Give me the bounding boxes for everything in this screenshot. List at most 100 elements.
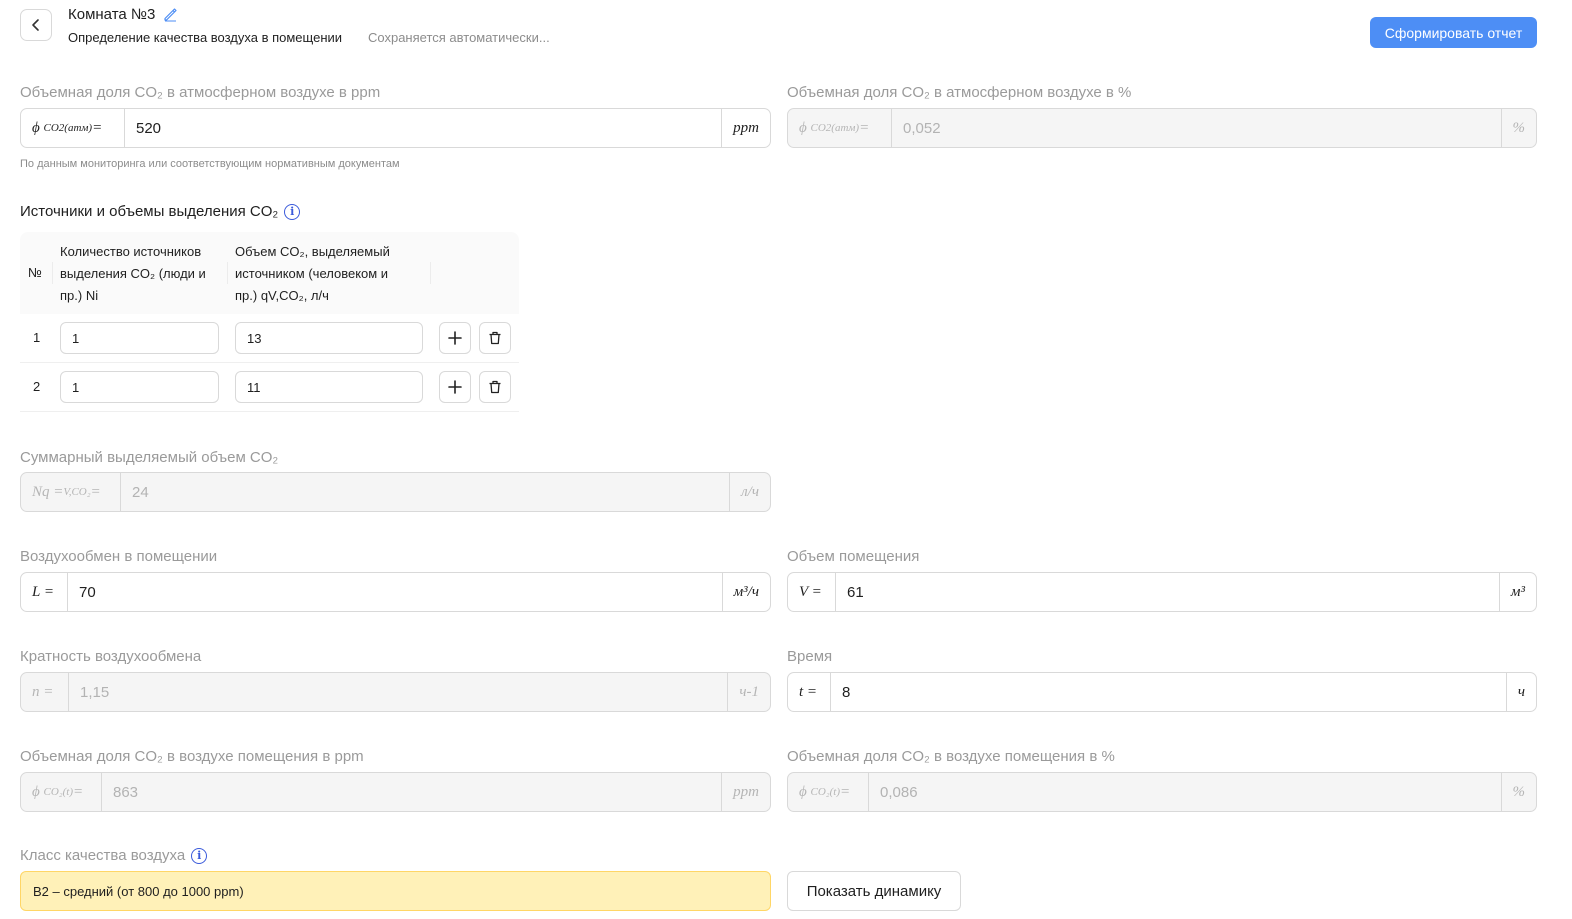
prefix-subscript: V,CO₂ <box>63 486 91 498</box>
exchange-rate-value: 1,15 <box>80 683 110 701</box>
co2-atm-ppm-input[interactable]: 520 <box>125 109 721 147</box>
equals-sign: = <box>840 783 851 800</box>
room-title-text: Комната №3 <box>68 6 156 23</box>
air-exchange-prefix: L = <box>21 573 68 611</box>
source-volume-input[interactable]: 11 <box>235 371 423 403</box>
plus-icon <box>448 380 462 394</box>
air-exchange-label: Воздухообмен в помещении <box>20 548 218 565</box>
source-volume-input[interactable]: 13 <box>235 322 423 354</box>
room-volume-input[interactable]: 61 <box>836 573 1499 611</box>
co2-room-pct-prefix: ϕ CO₂(t) = <box>788 773 869 811</box>
column-divider <box>227 262 228 284</box>
time-input[interactable]: 8 <box>831 673 1506 711</box>
co2-room-ppm-prefix: ϕ CO₂(t) = <box>21 773 102 811</box>
co2-atm-ppm-label: Объемная доля CO₂ в атмосферном воздухе … <box>20 84 381 101</box>
column-header-volume-line: пр.) qV,CO₂, л/ч <box>235 288 329 303</box>
column-header-count-line: выделения CO₂ (люди и <box>60 266 206 281</box>
source-count-input[interactable]: 1 <box>60 371 219 403</box>
exchange-rate-label: Кратность воздухообмена <box>20 648 202 665</box>
edit-icon[interactable] <box>163 7 178 22</box>
page-title: Комната №3 <box>68 6 178 23</box>
table-row: 2 1 11 <box>20 363 519 412</box>
air-quality-label: Класс качества воздуха i <box>20 847 208 864</box>
info-icon[interactable]: i <box>191 847 208 864</box>
co2-room-ppm-value: 863 <box>113 783 139 801</box>
sources-table: № Количество источников выделения CO₂ (л… <box>20 232 519 412</box>
plus-icon <box>448 331 462 345</box>
equals-sign: = <box>859 119 870 136</box>
room-volume-field: V = 61 м³ <box>787 572 1537 612</box>
air-exchange-unit: м³/ч <box>721 573 770 611</box>
co2-room-pct-value: 0,086 <box>880 783 918 801</box>
column-header-count: Количество источников выделения CO₂ (люд… <box>60 241 206 307</box>
time-label: Время <box>787 648 833 665</box>
exchange-rate-prefix: n = <box>21 673 69 711</box>
table-row: 1 1 13 <box>20 314 519 363</box>
air-exchange-field: L = 70 м³/ч <box>20 572 771 612</box>
trash-icon <box>489 331 501 345</box>
co2-room-pct-unit: % <box>1500 773 1537 811</box>
total-volume-value: 24 <box>132 483 149 501</box>
column-header-no: № <box>28 265 42 280</box>
prefix-subscript: CO2(атм) <box>43 122 93 134</box>
chevron-left-icon <box>32 19 39 31</box>
co2-room-ppm-label: Объемная доля CO₂ в воздухе помещения в … <box>20 748 364 765</box>
exchange-rate-unit: ч-1 <box>727 673 770 711</box>
time-prefix: t = <box>788 673 831 711</box>
co2-room-ppm-unit: ppm <box>721 773 770 811</box>
time-field: t = 8 ч <box>787 672 1537 712</box>
generate-report-button[interactable]: Сформировать отчет <box>1370 17 1537 48</box>
back-button[interactable] <box>20 9 52 41</box>
phi-symbol: ϕ <box>32 119 40 136</box>
add-row-button[interactable] <box>439 371 471 403</box>
phi-symbol: ϕ <box>799 119 807 136</box>
column-header-volume-line: Объем CO₂, выделяемый <box>235 244 390 259</box>
page-subtitle: Определение качества воздуха в помещении <box>68 30 343 45</box>
prefix-subscript: CO₂(t) <box>810 786 841 798</box>
co2-room-ppm-field: ϕ CO₂(t) = 863 ppm <box>20 772 771 812</box>
room-volume-prefix: V = <box>788 573 836 611</box>
prefix-subscript: CO2(атм) <box>810 122 860 134</box>
co2-atm-pct-prefix: ϕ CO2(атм) = <box>788 109 892 147</box>
sources-section-title: Источники и объемы выделения CO₂ i <box>20 203 301 220</box>
co2-atm-pct-value: 0,052 <box>903 119 941 137</box>
column-divider <box>52 262 53 284</box>
room-volume-label: Объем помещения <box>787 548 920 565</box>
column-header-count-line: пр.) Ni <box>60 288 99 303</box>
column-header-count-line: Количество источников <box>60 244 202 259</box>
row-number: 2 <box>33 379 41 394</box>
total-volume-field: Nq = V,CO₂ = 24 л/ч <box>20 472 771 512</box>
autosave-status: Сохраняется автоматически... <box>368 30 550 45</box>
prefix-subscript: CO₂(t) <box>43 786 74 798</box>
source-count-input[interactable]: 1 <box>60 322 219 354</box>
add-row-button[interactable] <box>439 322 471 354</box>
air-exchange-input[interactable]: 70 <box>68 573 722 611</box>
air-quality-label-text: Класс качества воздуха <box>20 847 186 864</box>
co2-atm-ppm-prefix: ϕ CO2(атм) = <box>21 109 125 147</box>
equals-sign: = <box>92 119 103 136</box>
co2-atm-pct-field: ϕ CO2(атм) = 0,052 % <box>787 108 1537 148</box>
room-volume-unit: м³ <box>1498 573 1536 611</box>
total-volume-prefix: Nq = V,CO₂ = <box>21 473 121 511</box>
co2-atm-pct-label: Объемная доля CO₂ в атмосферном воздухе … <box>787 84 1132 101</box>
delete-row-button[interactable] <box>479 371 511 403</box>
equals-sign: = <box>73 783 84 800</box>
phi-symbol: ϕ <box>799 783 807 800</box>
prefix-text: Nq = <box>32 483 64 500</box>
total-volume-label: Суммарный выделяемый объем CO₂ <box>20 449 279 466</box>
info-icon[interactable]: i <box>284 203 301 220</box>
show-dynamics-button[interactable]: Показать динамику <box>787 871 961 911</box>
co2-atm-pct-unit: % <box>1500 109 1537 147</box>
co2-atm-ppm-field: ϕ CO2(атм) = 520 ppm <box>20 108 771 148</box>
trash-icon <box>489 380 501 394</box>
column-header-volume-line: источником (человеком и <box>235 266 389 281</box>
delete-row-button[interactable] <box>479 322 511 354</box>
row-number: 1 <box>33 330 41 345</box>
co2-atm-ppm-unit: ppm <box>721 109 770 147</box>
sources-title-text: Источники и объемы выделения CO₂ <box>20 203 279 220</box>
total-volume-unit: л/ч <box>729 473 770 511</box>
exchange-rate-field: n = 1,15 ч-1 <box>20 672 771 712</box>
co2-room-pct-label: Объемная доля CO₂ в воздухе помещения в … <box>787 748 1115 765</box>
co2-room-pct-field: ϕ CO₂(t) = 0,086 % <box>787 772 1537 812</box>
equals-sign: = <box>90 483 101 500</box>
